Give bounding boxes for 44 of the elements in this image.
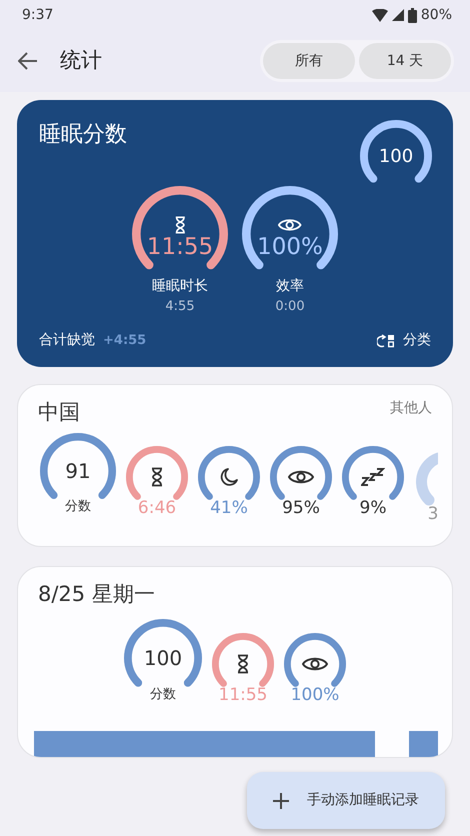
moon-icon xyxy=(219,466,239,486)
score-value: 100 xyxy=(144,644,182,672)
gauge-value: 3 xyxy=(428,502,438,526)
page-title: 统计 xyxy=(60,47,103,74)
back-button[interactable] xyxy=(18,52,38,70)
gauge-value: 100% xyxy=(290,684,340,706)
status-time: 9:37 xyxy=(22,6,54,24)
hourglass-icon xyxy=(174,216,186,234)
metric-label: 睡眠时长 xyxy=(152,277,208,296)
hourglass-icon xyxy=(236,654,250,674)
others-button[interactable]: 其他人 xyxy=(390,398,432,419)
card-title: 8/25 星期一 xyxy=(38,581,156,608)
gauge-value: 6:46 xyxy=(138,496,176,520)
metric-subvalue: 0:00 xyxy=(275,298,305,316)
battery-icon xyxy=(408,8,417,22)
metric-label: 效率 xyxy=(276,277,304,296)
gauge-value: 41% xyxy=(210,496,248,520)
card-title: 中国 xyxy=(38,399,80,426)
metric-value: 11:55 xyxy=(146,234,214,262)
classify-button[interactable]: 分类 xyxy=(377,330,431,351)
card-title: 睡眠分数 xyxy=(39,121,127,149)
back-arrow-icon xyxy=(18,52,38,70)
signal-icon xyxy=(392,9,404,21)
split-icon xyxy=(377,334,395,348)
score-value: 100 xyxy=(378,144,414,168)
metric-subvalue: 4:55 xyxy=(165,298,195,316)
score-caption: 分数 xyxy=(65,498,91,516)
add-record-button[interactable]: 手动添加睡眠记录 xyxy=(247,772,445,829)
gauge-value: 11:55 xyxy=(218,684,268,706)
battery-percent: 80% xyxy=(420,6,452,24)
sleep-icon xyxy=(361,466,385,486)
gauge-arc xyxy=(416,452,438,508)
gauge-value: 95% xyxy=(282,496,320,520)
range-option-button[interactable]: 14 天 xyxy=(359,43,451,79)
gauge-value: 9% xyxy=(360,496,386,520)
deficit-value: +4:55 xyxy=(103,332,146,350)
score-value: 91 xyxy=(65,458,91,484)
plus-icon xyxy=(273,792,289,808)
hourglass-icon xyxy=(150,466,164,486)
range-option-button[interactable]: 所有 xyxy=(263,43,355,79)
deficit-label: 合计缺觉 xyxy=(39,331,95,350)
metric-value: 100% xyxy=(257,234,323,262)
score-caption: 分数 xyxy=(150,686,176,704)
wifi-icon xyxy=(372,8,388,22)
